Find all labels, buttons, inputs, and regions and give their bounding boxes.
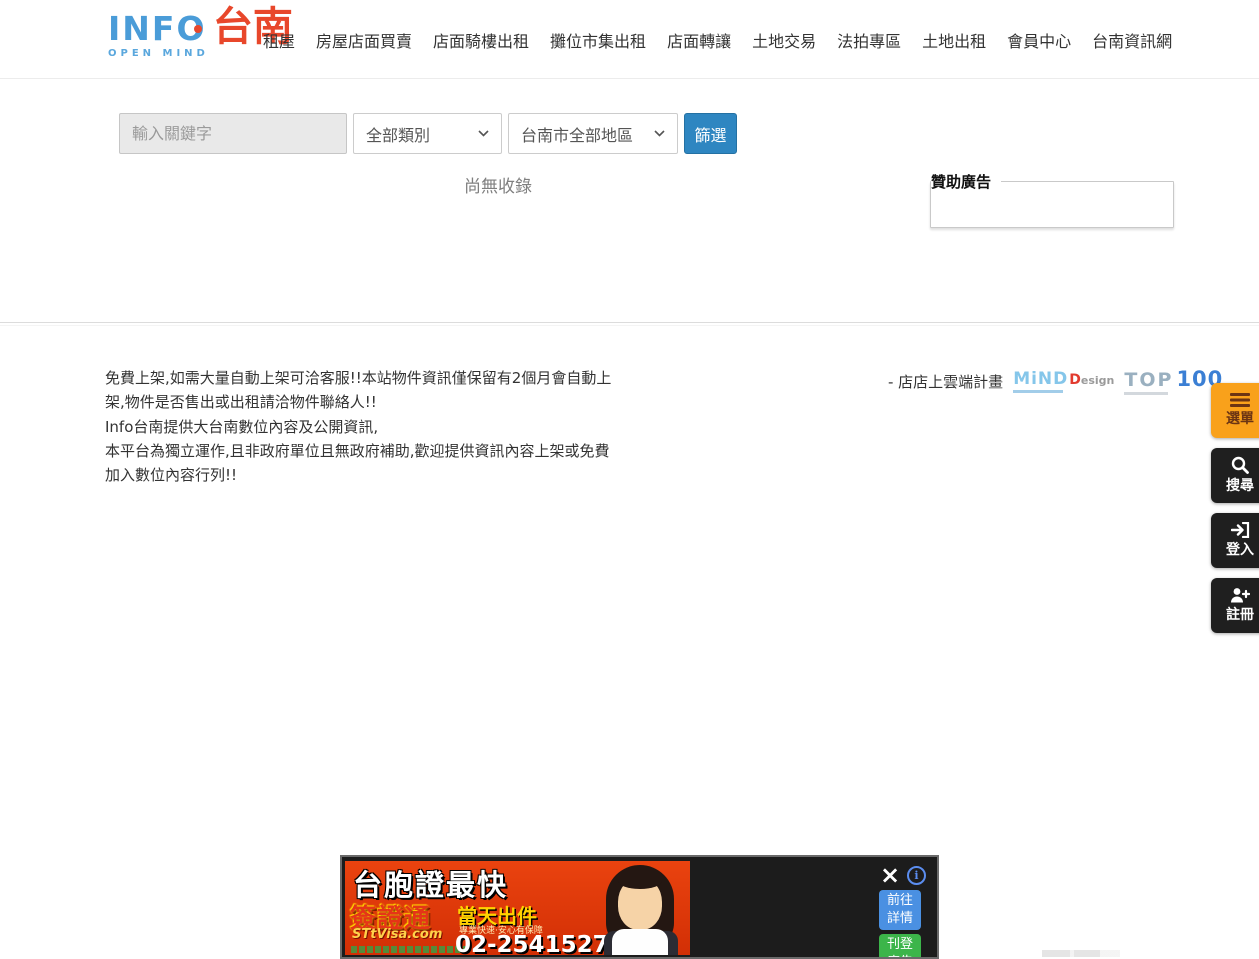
partial-cutoff-element bbox=[1042, 950, 1120, 957]
nav-item-foreclosure[interactable]: 法拍專區 bbox=[837, 28, 901, 52]
search-bar: 全部類別 台南市全部地區 篩選 bbox=[119, 113, 737, 154]
register-button-label: 註冊 bbox=[1226, 604, 1254, 624]
top100-logo-top: TOP bbox=[1124, 369, 1173, 391]
footer-notice-line: 免費上架,如需大量自動上架可洽客服!!本站物件資訊僅保留有2個月會自動上架,物件… bbox=[105, 366, 619, 415]
login-button-label: 登入 bbox=[1226, 539, 1254, 559]
ad-close-icon[interactable]: × bbox=[878, 863, 902, 887]
register-button[interactable]: 註冊 bbox=[1211, 578, 1259, 633]
login-button[interactable]: 登入 bbox=[1211, 513, 1259, 568]
top100-logo[interactable]: TOP 100 bbox=[1124, 367, 1223, 395]
ad-site-url: STtVisa.com bbox=[352, 927, 442, 942]
nav-item-tainan-info-net[interactable]: 台南資訊網 bbox=[1092, 28, 1172, 52]
search-button[interactable]: 搜尋 bbox=[1211, 448, 1259, 503]
mind-logo-esign: esign bbox=[1081, 374, 1114, 387]
chevron-down-icon bbox=[654, 130, 665, 137]
mind-design-logo[interactable]: MiND D esign bbox=[1013, 369, 1114, 393]
region-select-value: 台南市全部地區 bbox=[521, 122, 633, 146]
menu-button-label: 選單 bbox=[1226, 408, 1254, 428]
ad-detail-button[interactable]: 前往詳情 bbox=[879, 890, 921, 930]
filter-button[interactable]: 篩選 bbox=[684, 113, 737, 154]
logo-openmind-text: OPEN MIND bbox=[108, 48, 209, 59]
header: INFO OPEN MIND 台南 租屋 房屋店面買賣 店面騎樓出租 攤位市集出… bbox=[0, 0, 1259, 79]
sponsor-ad-box: 贊助廣告 bbox=[930, 171, 1174, 228]
nav-item-rent[interactable]: 租屋 bbox=[263, 28, 295, 52]
bottom-ad-banner: 台胞證最快 簽證通 STtVisa.com 當天出件 專業快速·安心有保障 02… bbox=[340, 855, 939, 959]
region-select[interactable]: 台南市全部地區 bbox=[508, 113, 678, 154]
page: INFO OPEN MIND 台南 租屋 房屋店面買賣 店面騎樓出租 攤位市集出… bbox=[0, 0, 1259, 959]
keyword-input[interactable] bbox=[119, 113, 347, 154]
footer-notice: 免費上架,如需大量自動上架可洽客服!!本站物件資訊僅保留有2個月會自動上架,物件… bbox=[105, 366, 619, 487]
ad-creative[interactable]: 台胞證最快 簽證通 STtVisa.com 當天出件 專業快速·安心有保障 02… bbox=[345, 861, 690, 955]
ad-publish-button[interactable]: 刊登廣告 bbox=[879, 934, 921, 959]
footer-notice-line: Info台南提供大台南數位內容及公開資訊, bbox=[105, 415, 619, 439]
sponsor-ad-title: 贊助廣告 bbox=[931, 171, 1001, 192]
empty-results-message: 尚無收錄 bbox=[464, 172, 532, 197]
logo-o-dot-icon bbox=[194, 25, 202, 33]
mind-logo-text: MiND bbox=[1013, 369, 1068, 389]
mind-logo-d: D bbox=[1069, 372, 1081, 388]
hamburger-icon bbox=[1230, 393, 1250, 407]
sign-in-icon bbox=[1231, 522, 1250, 538]
footer-partners: - 店店上雲端計畫 MiND D esign TOP 100 bbox=[888, 367, 1223, 395]
footer-notice-line: 本平台為獨立運作,且非政府單位且無政府補助,歡迎提供資訊內容上架或免費加入數位內… bbox=[105, 439, 619, 488]
nav-item-member-center[interactable]: 會員中心 bbox=[1007, 28, 1071, 52]
ad-info-icon[interactable]: i bbox=[907, 866, 926, 885]
ad-person-illustration bbox=[594, 865, 686, 955]
category-select[interactable]: 全部類別 bbox=[353, 113, 502, 154]
nav-item-storefront-rent[interactable]: 店面騎樓出租 bbox=[433, 28, 529, 52]
nav-item-stall-market-rent[interactable]: 攤位市集出租 bbox=[550, 28, 646, 52]
section-divider bbox=[0, 322, 1259, 323]
search-button-label: 搜尋 bbox=[1226, 475, 1254, 495]
user-plus-icon bbox=[1230, 587, 1250, 603]
nav-item-house-sale[interactable]: 房屋店面買賣 bbox=[316, 28, 412, 52]
top100-logo-tagline bbox=[1124, 392, 1168, 395]
menu-button[interactable]: 選單 bbox=[1211, 383, 1259, 438]
nav-item-land-rent[interactable]: 土地出租 bbox=[922, 28, 986, 52]
main-nav: 租屋 房屋店面買賣 店面騎樓出租 攤位市集出租 店面轉讓 土地交易 法拍專區 土… bbox=[263, 0, 1172, 79]
ad-company-line bbox=[351, 946, 469, 953]
category-select-value: 全部類別 bbox=[366, 122, 430, 146]
logo-info-block: INFO OPEN MIND bbox=[108, 9, 209, 59]
mind-logo-tagline bbox=[1013, 390, 1063, 393]
chevron-down-icon bbox=[478, 130, 489, 137]
cloud-plan-label: - 店店上雲端計畫 bbox=[888, 371, 1003, 392]
nav-item-land-trade[interactable]: 土地交易 bbox=[752, 28, 816, 52]
nav-item-store-transfer[interactable]: 店面轉讓 bbox=[667, 28, 731, 52]
search-icon bbox=[1231, 456, 1249, 474]
